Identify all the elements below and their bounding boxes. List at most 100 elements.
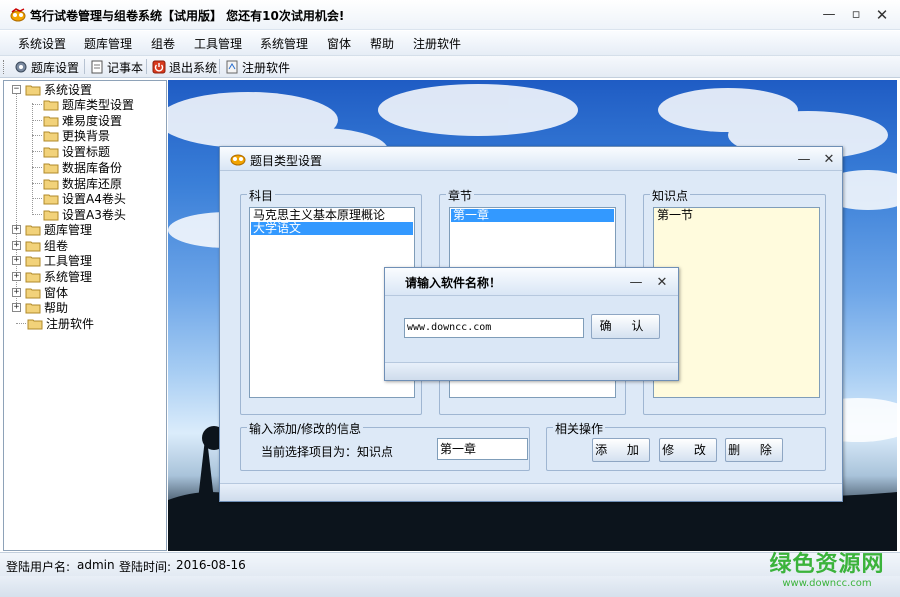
folder-icon — [25, 241, 41, 251]
menu-system-settings[interactable]: 系统设置 — [18, 35, 66, 52]
menu-tools[interactable]: 工具管理 — [194, 35, 242, 52]
tree-node-database-restore[interactable]: 数据库还原 — [43, 176, 122, 191]
menu-register[interactable]: 注册软件 — [413, 35, 461, 52]
prompt-title: 请输入软件名称！ — [405, 276, 502, 290]
tree-node-change-background[interactable]: 更换背景 — [43, 128, 110, 143]
folder-icon — [43, 147, 59, 157]
watermark-url: www.downcc.com — [782, 578, 872, 589]
maximize-button[interactable]: ▫ — [849, 8, 863, 22]
navigation-tree[interactable]: − 系统设置 题库类型设置 难易度设置 更换背景 设置标题 数据库备份 数据库还… — [3, 80, 167, 551]
tree-node-question-bank[interactable]: + 题库管理 — [12, 222, 92, 237]
expand-icon[interactable]: + — [12, 241, 21, 250]
expand-icon[interactable]: + — [12, 303, 21, 312]
tree-node-tools[interactable]: + 工具管理 — [12, 253, 92, 268]
toolbar-register-label: 注册软件 — [242, 60, 291, 75]
tree-node-difficulty-settings[interactable]: 难易度设置 — [43, 113, 122, 128]
prompt-footer-bar — [385, 362, 678, 380]
tree-line — [16, 323, 26, 324]
toolbar-question-settings-label: 题库设置 — [31, 60, 80, 75]
prompt-close-button[interactable]: ✕ — [655, 276, 669, 290]
notepad-icon — [91, 60, 103, 74]
prompt-minimize-button[interactable]: — — [629, 276, 643, 290]
window-title: 笃行试卷管理与组卷系统【试用版】 您还有10次试用机会! — [30, 9, 345, 23]
expand-icon[interactable]: + — [12, 256, 21, 265]
tree-node-window[interactable]: + 窗体 — [12, 285, 68, 300]
toolbar-notepad-label: 记事本 — [107, 60, 144, 75]
add-button[interactable]: 添 加 — [592, 438, 650, 462]
folder-icon — [43, 116, 59, 126]
tree-node-system-management[interactable]: + 系统管理 — [12, 269, 92, 284]
toolbar-question-settings-button[interactable]: 题库设置 — [14, 59, 79, 75]
app-logo-icon — [10, 8, 26, 22]
folder-icon — [43, 131, 59, 141]
tree-node-set-title[interactable]: 设置标题 — [43, 144, 110, 159]
chapter-item-selected[interactable]: 第一章 — [451, 209, 614, 222]
menu-bar: 系统设置 题库管理 组卷 工具管理 系统管理 窗体 帮助 注册软件 — [0, 31, 900, 55]
menu-question-bank[interactable]: 题库管理 — [84, 35, 132, 52]
folder-icon — [43, 179, 59, 189]
folder-icon — [25, 303, 41, 313]
menu-compose-paper[interactable]: 组卷 — [151, 35, 175, 52]
tree-node-question-type-settings[interactable]: 题库类型设置 — [43, 97, 134, 112]
toolbar-register-button[interactable]: 注册软件 — [225, 59, 290, 75]
login-time-label: 登陆时间: — [119, 560, 172, 574]
operations-label: 相关操作 — [553, 420, 606, 437]
menu-system-management[interactable]: 系统管理 — [260, 35, 308, 52]
tree-line — [32, 135, 42, 136]
dialog-footer-bar — [220, 483, 842, 501]
toolbar-separator — [146, 59, 147, 74]
toolbar-exit-button[interactable]: 退出系统 — [152, 59, 217, 75]
tree-node-database-backup[interactable]: 数据库备份 — [43, 160, 122, 175]
menu-help[interactable]: 帮助 — [370, 35, 394, 52]
dialog-title-bar: 题目类型设置 — ✕ — [220, 147, 842, 171]
tree-node-register[interactable]: 注册软件 — [27, 316, 94, 331]
expand-icon[interactable]: + — [12, 288, 21, 297]
knowledge-item[interactable]: 第一节 — [655, 209, 818, 222]
collapse-icon[interactable]: − — [12, 85, 21, 94]
tree-line — [32, 120, 42, 121]
confirm-button[interactable]: 确 认 — [591, 314, 660, 339]
folder-icon — [43, 210, 59, 220]
dialog-close-button[interactable]: ✕ — [822, 153, 836, 167]
close-button[interactable]: ✕ — [875, 8, 889, 23]
minimize-button[interactable]: — — [822, 8, 836, 22]
tree-node-label: 题库类型设置 — [62, 98, 135, 112]
prompt-title-bar: 请输入软件名称！ — ✕ — [385, 268, 678, 296]
tree-line — [32, 151, 42, 152]
tree-node-label: 题库管理 — [44, 223, 93, 237]
menu-window[interactable]: 窗体 — [327, 35, 351, 52]
toolbar-notepad-button[interactable]: 记事本 — [90, 59, 143, 75]
toolbar-grip[interactable] — [3, 60, 6, 74]
toolbar: 题库设置 记事本 退出系统 注册软件 — [0, 55, 900, 78]
delete-button[interactable]: 删 除 — [725, 438, 783, 462]
tree-node-help[interactable]: + 帮助 — [12, 300, 68, 315]
login-time-value: 2016-08-16 — [176, 558, 246, 572]
edit-button[interactable]: 修 改 — [659, 438, 717, 462]
subject-label: 科目 — [247, 187, 276, 204]
login-user-label: 登陆用户名: — [6, 560, 71, 574]
chapter-label: 章节 — [446, 187, 475, 204]
expand-icon[interactable]: + — [12, 225, 21, 234]
app-logo-icon — [230, 154, 246, 166]
current-selection-label: 当前选择项目为：知识点 — [261, 445, 394, 459]
settings-gear-icon — [15, 61, 27, 73]
folder-icon — [27, 319, 43, 329]
tree-node-a3-header[interactable]: 设置A3卷头 — [43, 207, 126, 222]
tree-node-label: 更换背景 — [62, 129, 111, 143]
toolbar-separator — [84, 59, 85, 74]
toolbar-separator — [219, 59, 220, 74]
folder-icon — [43, 163, 59, 173]
subject-item-selected[interactable]: 大学语文 — [251, 222, 413, 235]
input-group: 输入添加/修改的信息 当前选择项目为：知识点 第一章 — [240, 420, 530, 471]
software-name-input[interactable]: www.downcc.com — [404, 318, 584, 338]
tree-node-label: 工具管理 — [44, 254, 93, 268]
tree-node-a4-header[interactable]: 设置A4卷头 — [43, 191, 126, 206]
software-name-prompt: 请输入软件名称！ — ✕ www.downcc.com 确 认 — [384, 267, 679, 381]
toolbar-exit-label: 退出系统 — [169, 60, 218, 75]
login-user-value: admin — [77, 558, 115, 572]
expand-icon[interactable]: + — [12, 272, 21, 281]
item-name-input[interactable]: 第一章 — [437, 438, 528, 460]
tree-node-compose-paper[interactable]: + 组卷 — [12, 238, 68, 253]
dialog-minimize-button[interactable]: — — [797, 153, 811, 167]
tree-node-system-settings[interactable]: − 系统设置 — [12, 82, 92, 97]
